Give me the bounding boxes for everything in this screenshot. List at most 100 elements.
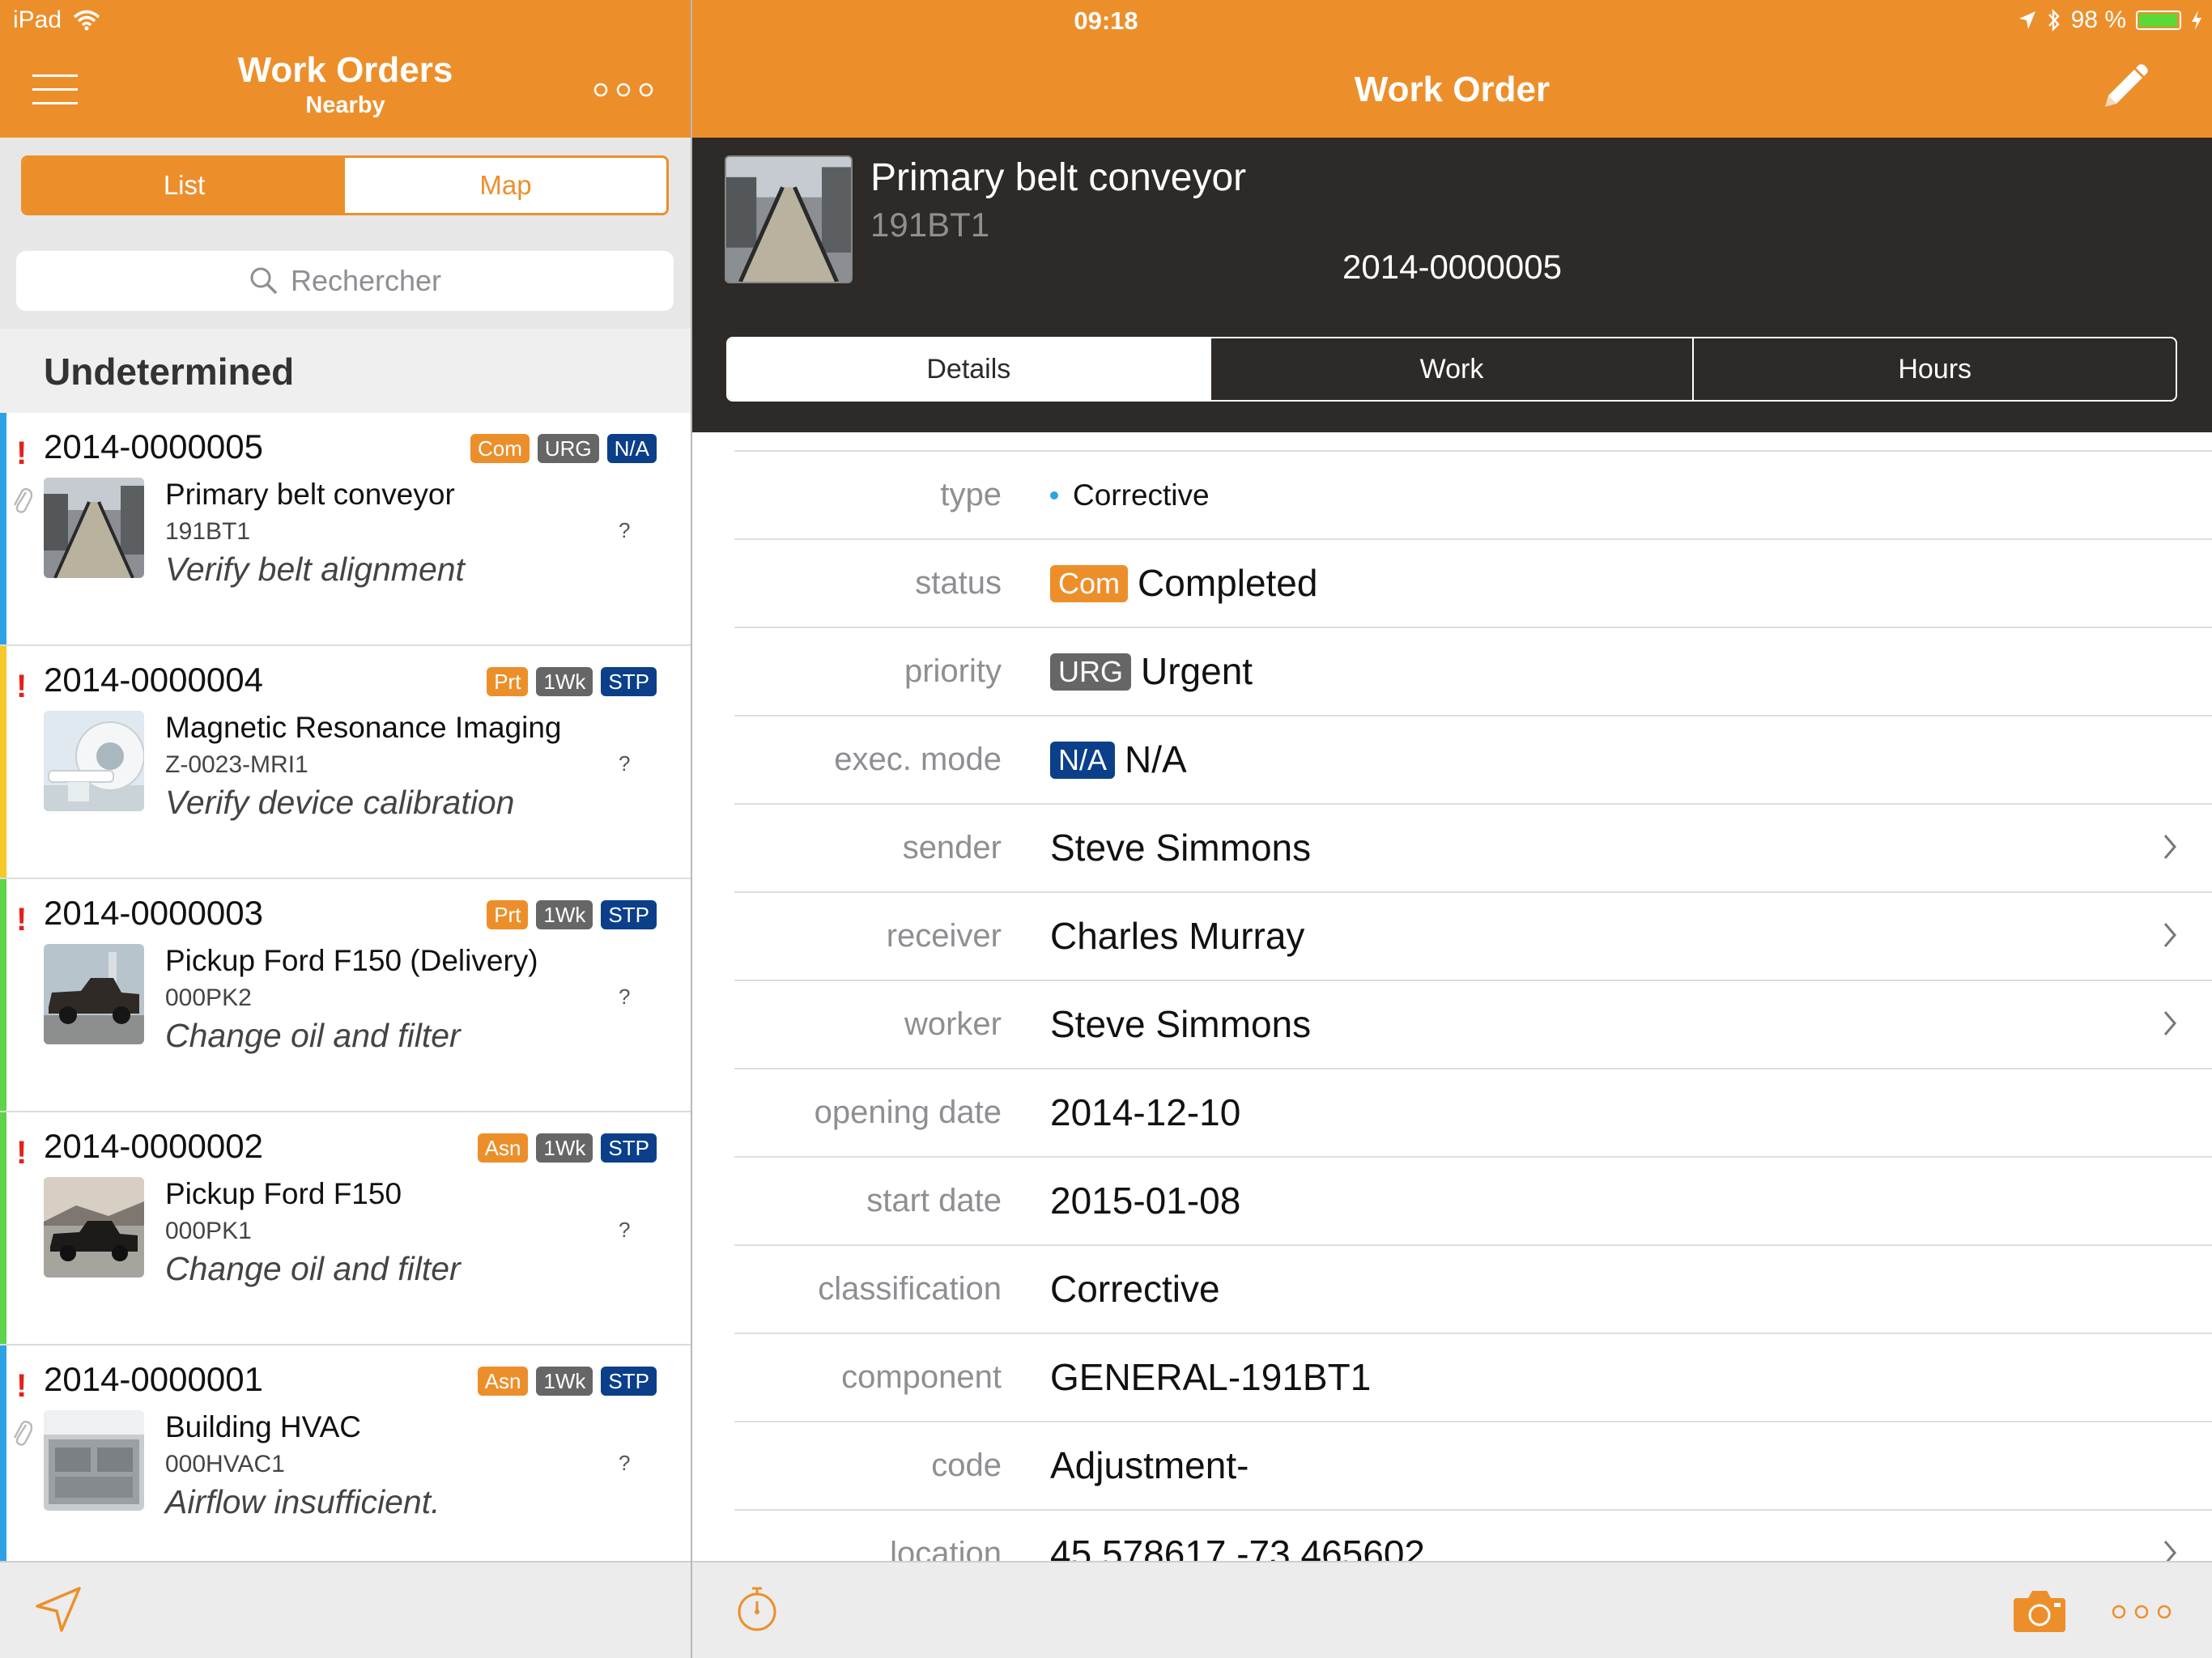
item-unknown-mark: ? — [619, 518, 631, 542]
work-order-id: 2014-0000002 — [44, 1127, 263, 1165]
work-order-id: 2014-0000005 — [44, 427, 263, 466]
item-stripe — [0, 879, 6, 1111]
work-order-item[interactable]: ! 2014-0000004 Prt 1Wk STP Magnetic Reso… — [0, 646, 691, 879]
work-order-detail-panel: Work Order Primary belt conveyor 191BT1 … — [692, 0, 2212, 1658]
item-name: Magnetic Resonance Imaging — [165, 711, 562, 744]
segment-map[interactable]: Map — [345, 158, 666, 213]
search-input[interactable]: Rechercher — [16, 251, 674, 311]
item-code: 000PK2 — [165, 984, 252, 1011]
search-bar: Rechercher — [0, 233, 691, 329]
timer-icon[interactable] — [733, 1585, 781, 1634]
detail-label: type — [940, 477, 1002, 512]
detail-label: worker — [904, 1006, 1002, 1042]
menu-icon[interactable] — [32, 74, 78, 105]
mode-badge: N/A — [1050, 741, 1116, 779]
priority-value: Urgent — [1141, 650, 1253, 692]
status-badge: Asn — [477, 1133, 529, 1163]
detail-label: sender — [902, 830, 1002, 865]
detail-value: 2015-01-08 — [1050, 1180, 1241, 1222]
paperclip-icon — [13, 1420, 32, 1446]
detail-label: classification — [818, 1271, 1002, 1307]
priority-badge: 1Wk — [536, 1133, 593, 1163]
detail-row-opening-date: opening date 2014-12-10 — [734, 1069, 2212, 1158]
battery-percent: 98 % — [2070, 6, 2126, 33]
status-badge: Com — [1050, 564, 1129, 602]
item-unknown-mark: ? — [619, 1451, 631, 1475]
pickup-truck-thumbnail — [44, 1177, 144, 1278]
tab-work[interactable]: Work — [1209, 338, 1693, 400]
work-order-item[interactable]: ! 2014-0000001 Asn 1Wk STP Building HVAC… — [0, 1346, 691, 1579]
item-badges: Com URG N/A — [470, 434, 657, 463]
priority-badge: 1Wk — [536, 900, 593, 929]
detail-value: Com Completed — [1050, 540, 1317, 627]
item-unknown-mark: ? — [619, 984, 631, 1009]
split-divider — [691, 0, 692, 1658]
detail-label: component — [841, 1359, 1002, 1395]
work-orders-panel: Work Orders Nearby List Map Rechercher U… — [0, 0, 691, 1658]
search-placeholder: Rechercher — [290, 264, 442, 297]
status-badge: Asn — [477, 1367, 529, 1396]
status-value: Completed — [1138, 562, 1318, 604]
section-title: Undetermined — [44, 351, 295, 393]
details-list: type Corrective status Com Completed prio… — [692, 450, 2212, 1599]
item-description: Change oil and filter — [165, 1017, 461, 1054]
detail-label: start date — [866, 1183, 1002, 1218]
priority-badge: 1Wk — [536, 1367, 593, 1396]
type-dot-icon — [1050, 491, 1058, 500]
status-badge: Prt — [487, 900, 529, 929]
work-order-item[interactable]: ! 2014-0000002 Asn 1Wk STP Pickup Ford F… — [0, 1112, 691, 1346]
item-description: Verify belt alignment — [165, 551, 465, 588]
view-switcher-bar: List Map — [0, 138, 691, 233]
status-time: 09:18 — [1074, 6, 1138, 35]
alert-icon: ! — [16, 1135, 28, 1171]
detail-row-receiver[interactable]: receiver Charles Murray — [734, 893, 2212, 981]
detail-value: N/A N/A — [1050, 716, 1187, 803]
detail-value: 2014-12-10 — [1050, 1091, 1241, 1133]
chevron-right-icon — [2163, 923, 2176, 947]
bluetooth-icon — [2048, 9, 2060, 32]
detail-row-classification: classification Corrective — [734, 1246, 2212, 1334]
detail-label: exec. mode — [834, 742, 1002, 777]
more-icon[interactable] — [589, 78, 657, 102]
detail-value: Charles Murray — [1050, 915, 1305, 957]
detail-value: GENERAL-191BT1 — [1050, 1356, 1372, 1398]
mri-thumbnail — [44, 711, 144, 811]
detail-row-priority: priority URG Urgent — [734, 628, 2212, 716]
pencil-icon[interactable] — [2099, 62, 2150, 113]
more-icon[interactable] — [2108, 1600, 2176, 1624]
work-order-header: Primary belt conveyor 191BT1 2014-000000… — [692, 138, 2212, 432]
item-name: Pickup Ford F150 — [165, 1177, 402, 1210]
item-stripe — [0, 1112, 6, 1344]
detail-row-worker[interactable]: worker Steve Simmons — [734, 981, 2212, 1069]
alert-icon: ! — [16, 902, 28, 937]
item-code: 000PK1 — [165, 1218, 252, 1244]
detail-title: Work Order — [1354, 70, 1551, 109]
work-order-item[interactable]: ! 2014-0000005 Com URG N/A Primary belt … — [0, 413, 691, 646]
item-description: Change oil and filter — [165, 1250, 461, 1287]
item-code: 191BT1 — [165, 518, 251, 545]
item-stripe — [0, 646, 6, 878]
item-name: Pickup Ford F150 (Delivery) — [165, 944, 538, 977]
search-icon — [250, 267, 278, 295]
item-name: Building HVAC — [165, 1410, 361, 1443]
item-unknown-mark: ? — [619, 1218, 631, 1242]
navigate-icon[interactable] — [32, 1584, 84, 1635]
tab-hours[interactable]: Hours — [1692, 338, 2176, 400]
mode-badge: STP — [601, 1133, 657, 1163]
mode-badge: STP — [601, 667, 657, 696]
status-badge: Com — [470, 434, 530, 463]
detail-label: code — [931, 1448, 1002, 1483]
detail-row-sender[interactable]: sender Steve Simmons — [734, 805, 2212, 893]
item-code: 000HVAC1 — [165, 1451, 285, 1477]
item-stripe — [0, 1346, 6, 1577]
left-nav-title: Work Orders Nearby — [162, 50, 529, 119]
asset-name: Primary belt conveyor — [870, 156, 1247, 199]
work-order-id: 2014-0000004 — [44, 661, 263, 699]
tab-details[interactable]: Details — [728, 338, 1210, 400]
segment-list[interactable]: List — [23, 158, 345, 213]
detail-label: status — [915, 565, 1002, 601]
alert-icon: ! — [16, 669, 28, 704]
work-order-item[interactable]: ! 2014-0000003 Prt 1Wk STP Pickup Ford F… — [0, 879, 691, 1112]
detail-row-type: type Corrective — [734, 450, 2212, 540]
camera-icon[interactable] — [2010, 1587, 2069, 1635]
